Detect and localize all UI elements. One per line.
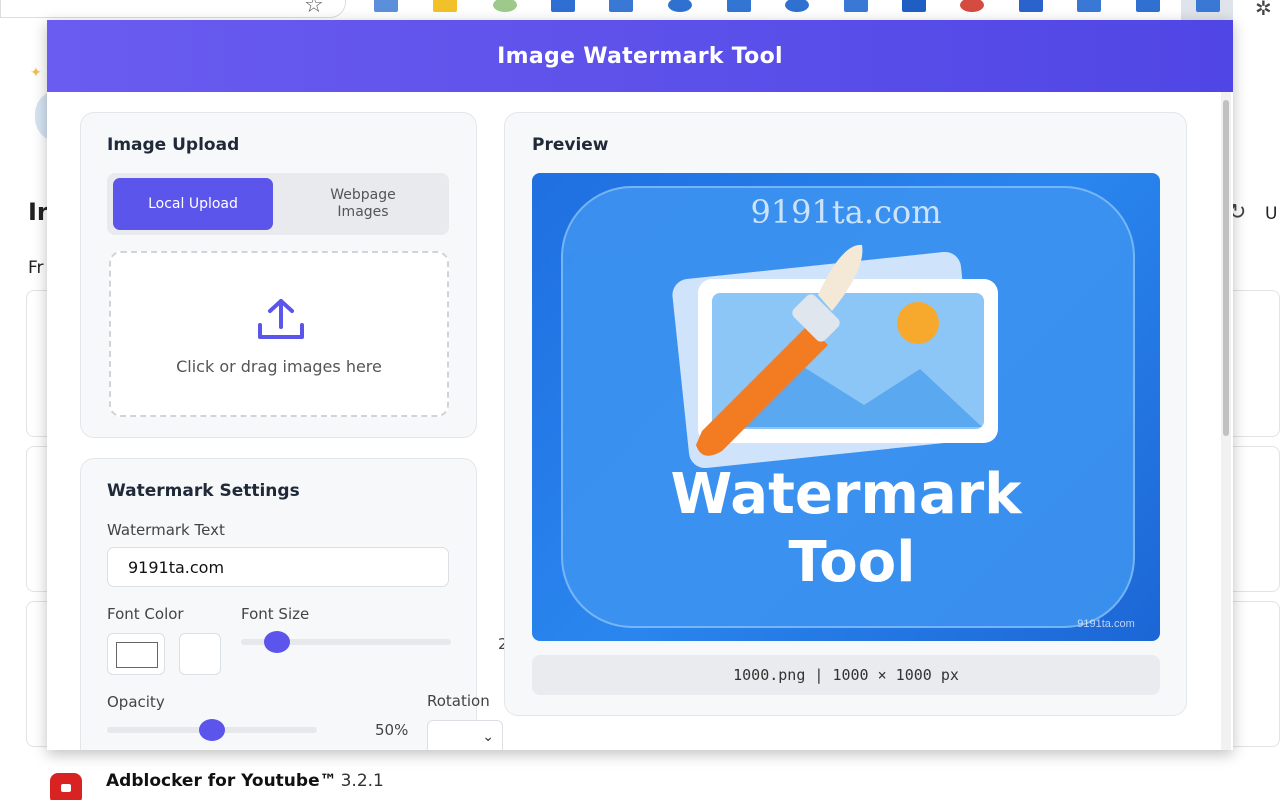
tab-webpage-images[interactable]: Webpage Images — [283, 178, 443, 230]
popup-title: Image Watermark Tool — [497, 43, 783, 69]
watermark-text-input[interactable]: 9191ta.com — [107, 547, 449, 587]
clock-icon[interactable] — [668, 0, 692, 12]
grid-icon[interactable] — [551, 0, 575, 12]
opacity-slider-thumb[interactable] — [199, 719, 225, 741]
note-icon[interactable] — [433, 0, 457, 12]
screen-icon[interactable] — [1136, 0, 1160, 12]
watermark-ext-button[interactable] — [1181, 0, 1233, 20]
image-dropzone[interactable]: Click or drag images here — [109, 251, 449, 417]
font-size-slider-thumb[interactable] — [264, 631, 290, 653]
palette-icon[interactable] — [493, 0, 517, 12]
font-color-label: Font Color — [107, 605, 184, 623]
opacity-value: 50% — [375, 721, 409, 739]
extensions-puzzle-icon[interactable]: ✲ — [1255, 0, 1272, 20]
image-upload-panel: Image Upload Local Upload Webpage Images… — [80, 112, 477, 438]
image-caption-line1: Watermark — [671, 462, 1024, 527]
lock-icon[interactable] — [727, 0, 751, 12]
font-size-label: Font Size — [241, 605, 310, 623]
tab-local-upload[interactable]: Local Upload — [113, 178, 273, 230]
sparkle-icon: ✦ — [30, 65, 42, 81]
box-icon[interactable] — [844, 0, 868, 12]
preview-title: Preview — [532, 135, 609, 155]
tab-webpage-images-label: Webpage Images — [330, 187, 396, 220]
slides-icon[interactable] — [1077, 0, 1101, 12]
background-update-text: U — [1265, 204, 1278, 224]
translate-icon[interactable] — [374, 0, 398, 12]
font-color-secondary[interactable] — [179, 633, 221, 675]
upload-tabbar: Local Upload Webpage Images — [107, 173, 449, 235]
font-color-picker[interactable] — [107, 633, 165, 675]
pen-icon[interactable] — [785, 0, 809, 12]
adblock-icon — [50, 773, 82, 800]
watermark-overlay: 9191ta.com — [750, 193, 941, 231]
adblock-extension-name: Adblocker for Youtube™ 3.2.1 — [106, 771, 384, 791]
opacity-label: Opacity — [107, 693, 165, 711]
browser-toolbar: ☆ ✲ — [0, 0, 1280, 20]
chrome-icon[interactable] — [960, 0, 984, 12]
chevron-down-icon: ⌄ — [482, 729, 494, 745]
watermark-ext-icon — [1196, 0, 1220, 12]
scrollbar-thumb[interactable] — [1223, 100, 1229, 436]
dropzone-text: Click or drag images here — [176, 357, 382, 376]
watermark-popup: Image Watermark Tool Image Upload Local … — [47, 20, 1233, 750]
preview-panel: Preview Watermark Tool 9191ta.com 9191ta… — [504, 112, 1187, 716]
bookmark-star-icon[interactable]: ☆ — [304, 0, 330, 17]
popup-header: Image Watermark Tool — [47, 20, 1233, 92]
watermark-text-label: Watermark Text — [107, 521, 225, 539]
popup-scrollbar[interactable] — [1221, 92, 1231, 750]
corner-watermark: 9191ta.com — [1077, 618, 1134, 630]
background-subheading: Fr — [28, 258, 44, 278]
stairs-icon[interactable] — [1019, 0, 1043, 12]
preview-image-art: Watermark Tool 9191ta.com 9191ta.com — [561, 186, 1135, 630]
image-info-bar: 1000.png | 1000 × 1000 px — [532, 655, 1160, 695]
preview-image: Watermark Tool 9191ta.com 9191ta.com — [532, 173, 1160, 641]
image-caption-line2: Tool — [789, 530, 916, 595]
rotation-select[interactable]: ⌄ — [427, 720, 503, 750]
watermark-settings-panel: Watermark Settings Watermark Text 9191ta… — [80, 458, 508, 750]
rotation-label: Rotation — [427, 692, 490, 710]
tool-icon[interactable] — [902, 0, 926, 12]
watermark-settings-title: Watermark Settings — [107, 481, 300, 501]
upload-icon — [258, 299, 304, 339]
image-upload-title: Image Upload — [107, 135, 240, 155]
doc-icon[interactable] — [609, 0, 633, 12]
address-bar[interactable] — [0, 0, 346, 18]
font-color-swatch — [116, 642, 158, 668]
